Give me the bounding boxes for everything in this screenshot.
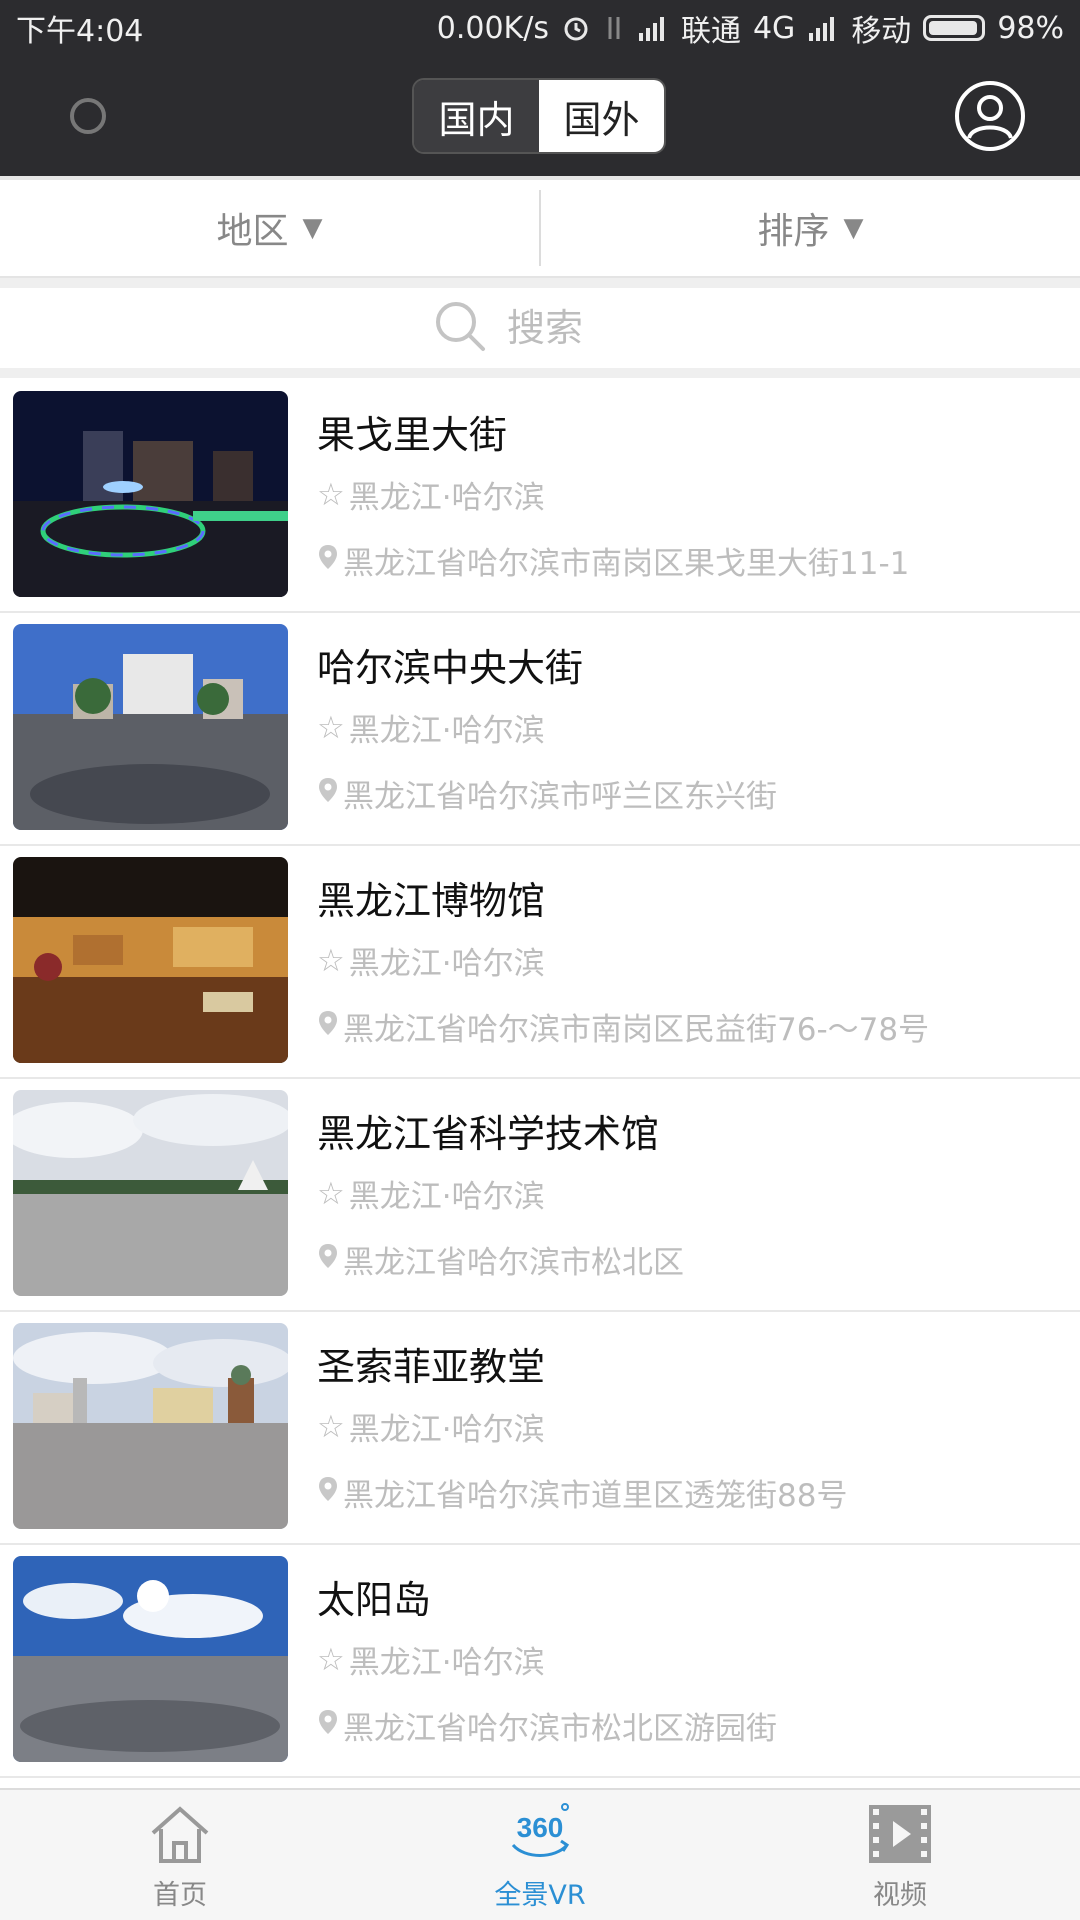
network-type: 4G [752,10,796,46]
loading-spinner-icon [70,98,106,134]
item-region: ☆ 黑龙江·哈尔滨 [317,1171,545,1216]
battery-level: 98% [997,10,1064,46]
location-pin-icon [317,543,339,579]
filter-bar: 地区 ▼ 排序 ▼ [0,176,1080,278]
panorama-thumbnail [13,624,288,830]
nav-video[interactable]: 视频 [720,1790,1080,1920]
data-transfer-icon [603,13,625,43]
nav-home[interactable]: 首页 [0,1790,360,1920]
domestic-foreign-toggle: 国内 国外 [412,78,666,154]
search-box[interactable] [0,288,1080,368]
caret-down-icon: ▼ [302,213,323,243]
address-text: 黑龙江省哈尔滨市呼兰区东兴街 [343,779,777,815]
tab-foreign[interactable]: 国外 [539,80,664,152]
tab-domestic[interactable]: 国内 [414,80,539,152]
scenic-spot-list: 果戈里大街 ☆ 黑龙江·哈尔滨 黑龙江省哈尔滨市南岗区果戈里大街11-1 哈尔滨… [0,380,1080,1778]
search-input[interactable] [507,306,647,350]
item-title: 果戈里大街 [317,413,508,457]
region-text: 黑龙江·哈尔滨 [348,1179,545,1215]
user-profile-icon[interactable] [954,80,1026,152]
item-title: 哈尔滨中央大街 [317,646,584,690]
location-pin-icon [317,1475,339,1511]
panorama-thumbnail [13,1556,288,1762]
star-icon: ☆ [317,476,345,513]
item-address: 黑龙江省哈尔滨市呼兰区东兴街 [317,771,777,816]
address-text: 黑龙江省哈尔滨市松北区 [343,1245,684,1281]
address-text: 黑龙江省哈尔滨市南岗区果戈里大街11-1 [343,546,910,582]
alarm-icon [561,13,591,43]
network-speed: 0.00K/s [436,10,549,46]
carrier-2: 移动 [851,14,912,49]
panorama-thumbnail [13,1090,288,1296]
status-time: 下午4:04 [16,14,144,49]
address-text: 黑龙江省哈尔滨市南岗区民益街76-～78号 [343,1012,930,1048]
panorama-badge-text: 360 [517,1812,564,1843]
panorama-360-icon: 360 [505,1799,575,1869]
region-text: 黑龙江·哈尔滨 [348,1645,545,1681]
home-icon [145,1799,215,1869]
star-icon: ☆ [317,942,345,979]
sort-filter-label: 排序 [757,211,830,252]
signal-icon-2 [807,15,839,41]
signal-icon [637,15,669,41]
item-title: 圣索菲亚教堂 [317,1345,546,1389]
item-region: ☆ 黑龙江·哈尔滨 [317,1637,545,1682]
search-icon [433,299,487,357]
item-address: 黑龙江省哈尔滨市松北区游园街 [317,1703,777,1748]
panorama-thumbnail [13,1323,288,1529]
region-filter-label: 地区 [216,211,289,252]
app-header: 国内 国外 [0,56,1080,176]
item-address: 黑龙江省哈尔滨市道里区透笼街88号 [317,1470,847,1515]
list-item[interactable]: 太阳岛 ☆ 黑龙江·哈尔滨 黑龙江省哈尔滨市松北区游园街 [0,1545,1080,1778]
item-address: 黑龙江省哈尔滨市南岗区民益街76-～78号 [317,1004,929,1049]
nav-panorama-vr[interactable]: 360 全景VR [360,1790,720,1920]
location-pin-icon [317,1708,339,1744]
status-right: 0.00K/s 联通 4G 移动 98% [437,6,1064,50]
item-region: ☆ 黑龙江·哈尔滨 [317,938,545,983]
item-title: 黑龙江省科学技术馆 [317,1112,660,1156]
region-text: 黑龙江·哈尔滨 [348,480,545,516]
item-title: 太阳岛 [317,1578,432,1622]
region-filter-button[interactable]: 地区 ▼ [0,180,539,276]
star-icon: ☆ [317,1408,345,1445]
list-item[interactable]: 圣索菲亚教堂 ☆ 黑龙江·哈尔滨 黑龙江省哈尔滨市道里区透笼街88号 [0,1312,1080,1545]
list-item[interactable]: 黑龙江博物馆 ☆ 黑龙江·哈尔滨 黑龙江省哈尔滨市南岗区民益街76-～78号 [0,846,1080,1079]
list-item[interactable]: 果戈里大街 ☆ 黑龙江·哈尔滨 黑龙江省哈尔滨市南岗区果戈里大街11-1 [0,380,1080,613]
status-bar: 下午4:04 0.00K/s 联通 4G 移动 98% [0,0,1080,56]
list-item[interactable]: 哈尔滨中央大街 ☆ 黑龙江·哈尔滨 黑龙江省哈尔滨市呼兰区东兴街 [0,613,1080,846]
item-address: 黑龙江省哈尔滨市南岗区果戈里大街11-1 [317,538,909,583]
sort-filter-button[interactable]: 排序 ▼ [541,180,1080,276]
search-bar [0,278,1080,378]
region-text: 黑龙江·哈尔滨 [348,946,545,982]
panorama-thumbnail [13,391,288,597]
battery-icon [923,15,986,41]
carrier-1: 联通 [680,14,741,49]
panorama-thumbnail [13,857,288,1063]
star-icon: ☆ [317,709,345,746]
address-text: 黑龙江省哈尔滨市道里区透笼街88号 [343,1478,848,1514]
item-region: ☆ 黑龙江·哈尔滨 [317,472,545,517]
region-text: 黑龙江·哈尔滨 [348,713,545,749]
address-text: 黑龙江省哈尔滨市松北区游园街 [343,1711,777,1747]
list-item[interactable]: 黑龙江省科学技术馆 ☆ 黑龙江·哈尔滨 黑龙江省哈尔滨市松北区 [0,1079,1080,1312]
film-icon [865,1799,935,1869]
item-address: 黑龙江省哈尔滨市松北区 [317,1237,684,1282]
item-title: 黑龙江博物馆 [317,879,546,923]
star-icon: ☆ [317,1641,345,1678]
star-icon: ☆ [317,1175,345,1212]
location-pin-icon [317,776,339,812]
bottom-navigation: 首页 360 全景VR 视频 [0,1788,1080,1920]
caret-down-icon: ▼ [843,213,864,243]
location-pin-icon [317,1242,339,1278]
item-region: ☆ 黑龙江·哈尔滨 [317,705,545,750]
location-pin-icon [317,1009,339,1045]
nav-video-label: 视频 [873,1879,927,1911]
item-region: ☆ 黑龙江·哈尔滨 [317,1404,545,1449]
nav-home-label: 首页 [153,1879,207,1911]
nav-panorama-label: 全景VR [494,1879,586,1911]
region-text: 黑龙江·哈尔滨 [348,1412,545,1448]
